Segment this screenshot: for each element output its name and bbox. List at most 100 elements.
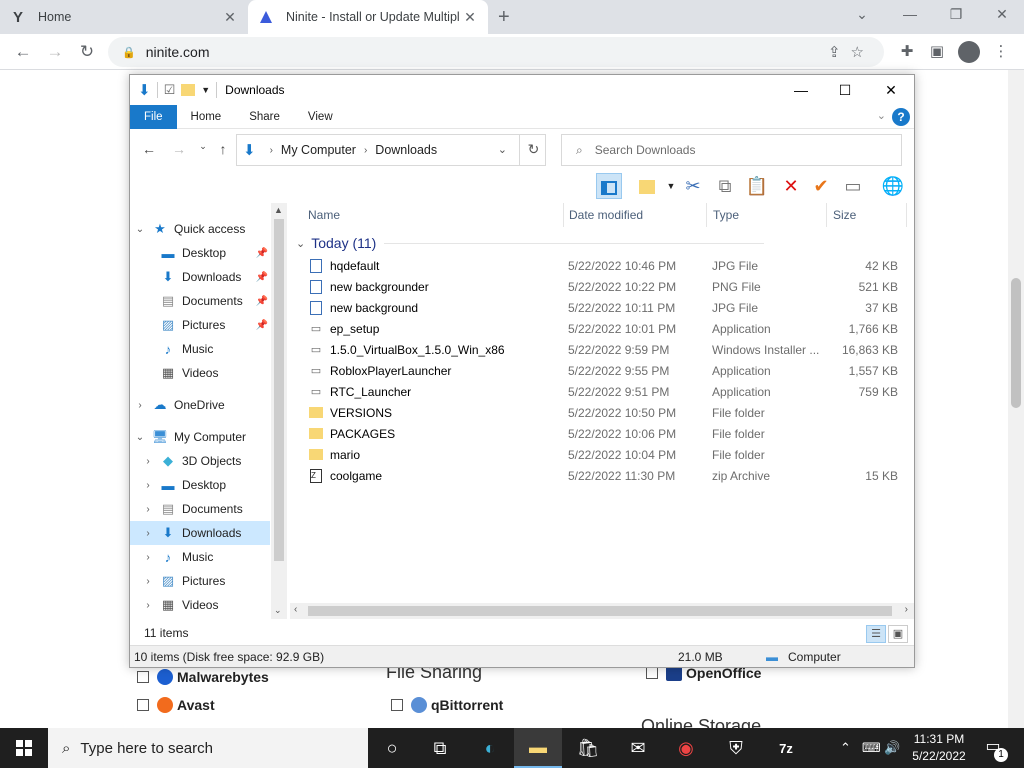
- chevron-right-icon[interactable]: ›: [134, 400, 146, 411]
- delete-icon[interactable]: ✕: [778, 173, 804, 199]
- details-view-icon[interactable]: ☰: [866, 625, 886, 643]
- chevron-down-icon[interactable]: ⌄: [134, 432, 146, 443]
- show-hidden-icons-icon[interactable]: ⌃: [840, 740, 851, 756]
- file-row[interactable]: ▭ ep_setup 5/22/2022 10:01 PM Application 1,…: [308, 318, 908, 339]
- mail-icon[interactable]: ✉: [614, 728, 662, 768]
- task-view-icon[interactable]: ⧉: [416, 728, 464, 768]
- checkbox[interactable]: [137, 699, 149, 711]
- address-bar[interactable]: ⬇ › My Computer › Downloads ⌄: [236, 134, 546, 166]
- extensions-icon[interactable]: ✚: [896, 42, 918, 60]
- page-scroll-thumb[interactable]: [1011, 278, 1021, 408]
- nav-videos[interactable]: › ▦ Videos: [142, 593, 270, 617]
- group-header-today[interactable]: ⌄ Today (11): [296, 235, 765, 251]
- horizontal-scrollbar[interactable]: ‹ ›: [290, 603, 914, 619]
- browser-tab-home[interactable]: Y Home ✕: [0, 0, 248, 34]
- app-checkbox-malwarebytes[interactable]: Malwarebytes: [137, 669, 269, 685]
- nav-my-computer[interactable]: ⌄ 🖥 My Computer: [134, 425, 274, 449]
- chevron-right-icon[interactable]: ›: [142, 504, 154, 515]
- close-window-icon[interactable]: ✕: [990, 6, 1014, 23]
- minimize-icon[interactable]: —: [898, 6, 922, 22]
- column-type[interactable]: Type: [707, 203, 827, 227]
- maximize-icon[interactable]: ☐: [822, 75, 868, 105]
- file-row[interactable]: ▭ 1.5.0_VirtualBox_1.5.0_Win_x86 5/22/2022…: [308, 339, 908, 360]
- file-row[interactable]: new background 5/22/2022 10:11 PM JPG File…: [308, 297, 908, 318]
- nav-music[interactable]: › ♪ Music: [142, 545, 270, 569]
- nav-onedrive[interactable]: › ☁ OneDrive: [134, 393, 274, 417]
- column-date-modified[interactable]: Date modified: [563, 203, 707, 227]
- cut-icon[interactable]: ✂: [680, 173, 706, 199]
- windows-start-icon[interactable]: [0, 728, 48, 768]
- copy-icon[interactable]: ⧉: [712, 173, 738, 199]
- chevron-down-icon[interactable]: ⌄: [296, 237, 305, 250]
- close-tab-icon[interactable]: ✕: [462, 9, 478, 26]
- close-icon[interactable]: ✕: [868, 75, 914, 105]
- nav-3d-objects[interactable]: › ◆ 3D Objects: [142, 449, 270, 473]
- network-icon[interactable]: ⌨: [862, 740, 881, 756]
- nav-pictures[interactable]: › ▨ Pictures: [142, 569, 270, 593]
- breadcrumb-my-computer[interactable]: My Computer: [281, 143, 356, 157]
- globe-icon[interactable]: 🌐: [880, 173, 906, 199]
- back-icon[interactable]: ←: [140, 141, 158, 157]
- store-icon[interactable]: 🛍: [564, 728, 612, 768]
- expand-ribbon-icon[interactable]: ⌄: [877, 109, 886, 122]
- new-folder-icon[interactable]: [181, 84, 196, 96]
- chevron-right-icon[interactable]: ›: [142, 528, 154, 539]
- tab-home[interactable]: Home: [177, 105, 236, 129]
- scroll-right-icon[interactable]: ›: [905, 604, 908, 615]
- app-checkbox-qbittorrent[interactable]: qBittorrent: [391, 697, 503, 713]
- restore-icon[interactable]: ❐: [944, 6, 968, 23]
- forward-icon[interactable]: →: [44, 42, 66, 62]
- address-dropdown-icon[interactable]: ⌄: [498, 143, 507, 156]
- nav-quick-documents[interactable]: ▤ Documents 📌: [160, 289, 270, 313]
- new-item-icon[interactable]: [634, 173, 660, 199]
- side-panel-icon[interactable]: ▣: [926, 42, 948, 60]
- page-scrollbar[interactable]: [1008, 70, 1024, 728]
- volume-icon[interactable]: 🔊: [884, 740, 900, 756]
- chevron-right-icon[interactable]: ›: [142, 456, 154, 467]
- properties-icon[interactable]: ☑: [164, 82, 176, 98]
- security-shield-icon[interactable]: ⛨: [712, 728, 760, 768]
- horizontal-scroll-thumb[interactable]: [308, 606, 892, 616]
- cortana-icon[interactable]: ○: [368, 728, 416, 768]
- nav-scroll-thumb[interactable]: [274, 219, 284, 561]
- reload-icon[interactable]: ↻: [76, 42, 98, 62]
- profile-avatar[interactable]: [958, 41, 980, 63]
- checkbox[interactable]: [646, 667, 658, 679]
- menu-icon[interactable]: ⋮: [990, 42, 1012, 60]
- new-tab-icon[interactable]: +: [498, 6, 510, 29]
- paste-icon[interactable]: 📋: [744, 173, 770, 199]
- notification-icon[interactable]: ▭ 1: [980, 736, 1008, 762]
- scroll-up-icon[interactable]: ▲: [274, 205, 283, 215]
- chevron-down-icon[interactable]: ⌄: [850, 6, 874, 23]
- nav-quick-desktop[interactable]: ▬ Desktop 📌: [160, 241, 270, 265]
- recent-locations-icon[interactable]: ⌄: [194, 141, 212, 152]
- scroll-down-icon[interactable]: ⌄: [274, 605, 282, 616]
- chevron-right-icon[interactable]: ›: [142, 576, 154, 587]
- file-row[interactable]: Zcoolgame 5/22/2022 11:30 PM zip Archive 15…: [308, 465, 908, 486]
- checkbox[interactable]: [391, 699, 403, 711]
- nav-quick-videos[interactable]: ▦ Videos: [160, 361, 270, 385]
- tab-share[interactable]: Share: [235, 105, 294, 129]
- file-explorer-icon[interactable]: ▬: [514, 728, 562, 768]
- nav-quick-pictures[interactable]: ▨ Pictures 📌: [160, 313, 270, 337]
- edge-icon[interactable]: ◐: [466, 728, 514, 768]
- file-row[interactable]: ▭ RobloxPlayerLauncher 5/22/2022 9:55 PM Ap…: [308, 360, 908, 381]
- nav-quick-music[interactable]: ♪ Music: [160, 337, 270, 361]
- file-row[interactable]: new backgrounder 5/22/2022 10:22 PM PNG Fi…: [308, 276, 908, 297]
- taskbar-search[interactable]: ⌕ Type here to search: [48, 728, 368, 768]
- help-icon[interactable]: ?: [892, 108, 910, 126]
- address-bar[interactable]: 🔒 ninite.com ⇪☆: [108, 37, 884, 67]
- column-size[interactable]: Size: [827, 203, 907, 227]
- browser-tab-ninite[interactable]: Ninite - Install or Update Multipl ✕: [248, 0, 488, 34]
- 7zip-icon[interactable]: 7z: [762, 728, 810, 768]
- large-icons-view-icon[interactable]: ▣: [888, 625, 908, 643]
- file-row[interactable]: PACKAGES 5/22/2022 10:06 PM File folder: [308, 423, 908, 444]
- preview-pane-icon[interactable]: [596, 173, 622, 199]
- chevron-right-icon[interactable]: ›: [142, 600, 154, 611]
- nav-scrollbar[interactable]: ▲ ⌄: [271, 203, 287, 619]
- chevron-right-icon[interactable]: ›: [142, 552, 154, 563]
- search-field[interactable]: ⌕ Search Downloads: [561, 134, 902, 166]
- file-row[interactable]: mario 5/22/2022 10:04 PM File folder: [308, 444, 908, 465]
- nav-documents[interactable]: › ▤ Documents: [142, 497, 270, 521]
- chrome-icon[interactable]: ◉: [662, 728, 710, 768]
